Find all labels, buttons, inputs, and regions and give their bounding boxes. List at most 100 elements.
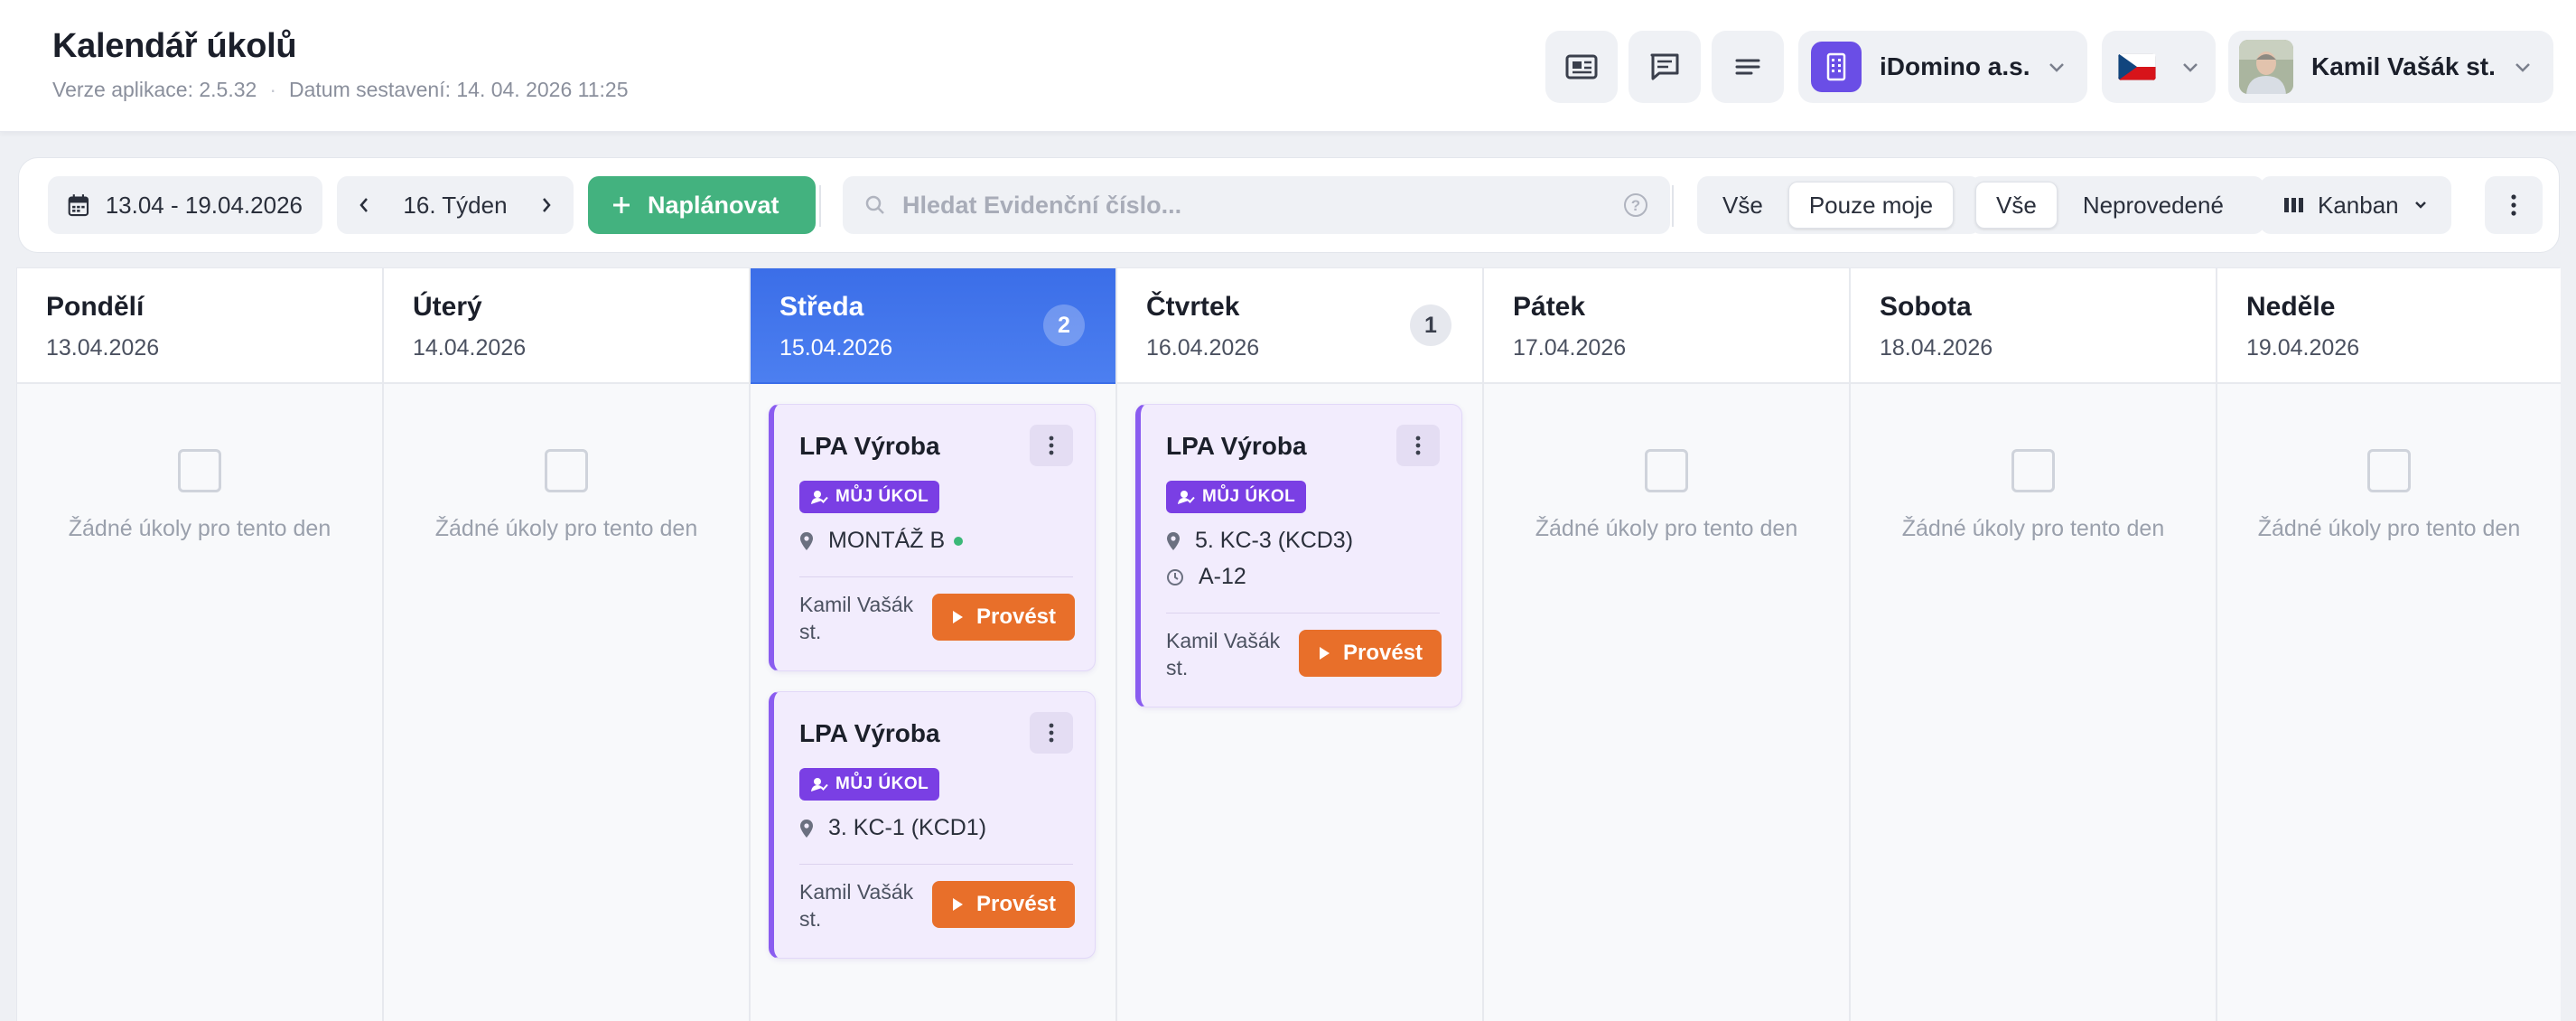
toolbar: 13.04 - 19.04.2026 16. Týden Naplánovat …	[18, 157, 2560, 253]
task-assignee: Kamil Vašák st.	[799, 880, 914, 931]
day-body[interactable]: Žádné úkoly pro tento den	[1851, 384, 2216, 1021]
day-date: 17.04.2026	[1513, 335, 1627, 361]
svg-text:?: ?	[1631, 197, 1640, 214]
chevron-left-icon[interactable]	[357, 195, 371, 215]
task-location: 5. KC-3 (KCD3)	[1166, 528, 1353, 554]
language-selector[interactable]	[2102, 31, 2216, 103]
owner-filter-mine[interactable]: Pouze moje	[1787, 182, 1955, 229]
day-name: Pátek	[1513, 292, 1586, 322]
task-menu-button[interactable]	[1396, 425, 1440, 466]
day-header[interactable]: Čtvrtek 16.04.2026 1	[1117, 268, 1482, 384]
day-body[interactable]: Žádné úkoly pro tento den	[17, 384, 382, 1021]
play-icon	[952, 611, 963, 623]
more-vertical-icon	[1049, 723, 1054, 743]
search-placeholder: Hledat Evidenční číslo...	[902, 191, 1182, 219]
divider	[799, 864, 1073, 865]
user-check-icon	[811, 491, 828, 504]
user-check-icon	[1178, 491, 1195, 504]
clock-icon	[1167, 568, 1183, 585]
day-header[interactable]: Pondělí 13.04.2026	[17, 268, 382, 384]
day-body[interactable]: LPA Výroba MŮJ ÚKOL	[751, 384, 1115, 1021]
empty-text: Žádné úkoly pro tento den	[1535, 516, 1798, 541]
my-task-badge: MŮJ ÚKOL	[799, 481, 940, 513]
task-assignee: Kamil Vašák st.	[1166, 629, 1281, 679]
status-filter-all[interactable]: Vše	[1975, 182, 2058, 229]
more-vertical-icon	[1049, 436, 1054, 455]
news-button[interactable]	[1545, 31, 1618, 103]
map-pin-icon	[1167, 531, 1180, 550]
chat-button[interactable]	[1629, 31, 1701, 103]
cz-flag-icon	[2118, 53, 2156, 80]
more-vertical-icon	[2511, 194, 2516, 216]
day-header-today[interactable]: Středa 15.04.2026 2	[751, 268, 1115, 384]
day-date: 18.04.2026	[1880, 335, 1993, 361]
more-options-button[interactable]	[2485, 176, 2543, 234]
view-selector[interactable]: Kanban	[2260, 176, 2451, 234]
app-meta: Verze aplikace: 2.5.32 · Datum sestavení…	[52, 78, 629, 102]
day-body[interactable]: LPA Výroba MŮJ ÚKOL	[1117, 384, 1482, 1021]
owner-filter: Vše Pouze moje	[1697, 176, 1981, 234]
day-column-tuesday: Úterý 14.04.2026 Žádné úkoly pro tento d…	[384, 268, 751, 1021]
play-icon	[952, 898, 963, 911]
empty-box-icon	[178, 449, 221, 492]
search-input[interactable]: Hledat Evidenční číslo... ?	[843, 176, 1670, 234]
plan-button[interactable]: Naplánovat	[588, 176, 816, 234]
run-task-button[interactable]: Provést	[932, 881, 1075, 928]
run-task-button[interactable]: Provést	[1299, 630, 1442, 677]
search-icon	[865, 195, 884, 214]
divider	[799, 576, 1073, 577]
company-name: iDomino a.s.	[1880, 52, 2030, 80]
task-assignee: Kamil Vašák st.	[799, 593, 914, 643]
day-column-thursday: Čtvrtek 16.04.2026 1 LPA Výroba MŮJ ÚKOL	[1117, 268, 1484, 1021]
task-location-label: 3. KC-1 (KCD1)	[828, 815, 987, 840]
page-title: Kalendář úkolů	[52, 27, 297, 65]
day-body[interactable]: Žádné úkoly pro tento den	[1484, 384, 1849, 1021]
day-body[interactable]: Žádné úkoly pro tento den	[2217, 384, 2561, 1021]
top-header: Kalendář úkolů Verze aplikace: 2.5.32 · …	[0, 0, 2576, 132]
task-card[interactable]: LPA Výroba MŮJ ÚKOL	[769, 404, 1096, 671]
task-location-label: 5. KC-3 (KCD3)	[1195, 528, 1354, 553]
task-card[interactable]: LPA Výroba MŮJ ÚKOL	[1135, 404, 1462, 707]
task-title: LPA Výroba	[1166, 432, 1307, 460]
day-header[interactable]: Neděle 19.04.2026	[2217, 268, 2561, 384]
company-selector[interactable]: iDomino a.s.	[1798, 31, 2087, 103]
app-version: Verze aplikace: 2.5.32	[52, 78, 257, 101]
empty-state: Žádné úkoly pro tento den	[2217, 449, 2561, 542]
day-header[interactable]: Úterý 14.04.2026	[384, 268, 749, 384]
day-header[interactable]: Pátek 17.04.2026	[1484, 268, 1849, 384]
help-icon[interactable]: ?	[1623, 192, 1648, 218]
task-card[interactable]: LPA Výroba MŮJ ÚKOL	[769, 691, 1096, 959]
day-column-monday: Pondělí 13.04.2026 Žádné úkoly pro tento…	[17, 268, 384, 1021]
run-task-label: Provést	[975, 604, 1057, 629]
divider	[1166, 613, 1440, 614]
status-filter: Vše Neprovedené	[1970, 176, 2264, 234]
status-dot	[954, 536, 964, 546]
task-menu-button[interactable]	[1030, 712, 1073, 754]
day-name: Sobota	[1880, 292, 1972, 322]
task-menu-button[interactable]	[1030, 425, 1073, 466]
user-menu[interactable]: Kamil Vašák st.	[2228, 31, 2553, 103]
building-icon	[1811, 42, 1862, 92]
empty-state: Žádné úkoly pro tento den	[17, 449, 382, 542]
run-task-button[interactable]: Provést	[932, 594, 1075, 641]
task-count-badge: 2	[1043, 304, 1085, 346]
date-range-picker[interactable]: 13.04 - 19.04.2026	[48, 176, 322, 234]
status-filter-pending[interactable]: Neprovedené	[2063, 182, 2244, 229]
task-title: LPA Výroba	[799, 719, 940, 747]
notes-button[interactable]	[1712, 31, 1784, 103]
chat-icon	[1650, 53, 1679, 80]
day-body[interactable]: Žádné úkoly pro tento den	[384, 384, 749, 1021]
chevron-right-icon[interactable]	[539, 195, 554, 215]
chevron-down-icon	[2183, 63, 2198, 72]
user-name: Kamil Vašák st.	[2311, 52, 2496, 80]
empty-box-icon	[545, 449, 588, 492]
day-header[interactable]: Sobota 18.04.2026	[1851, 268, 2216, 384]
empty-text: Žádné úkoly pro tento den	[434, 516, 698, 541]
week-calendar: Pondělí 13.04.2026 Žádné úkoly pro tento…	[16, 267, 2561, 1021]
view-label: Kanban	[2318, 191, 2399, 219]
run-task-label: Provést	[1342, 641, 1423, 665]
owner-filter-all[interactable]: Vše	[1703, 182, 1783, 229]
plan-button-label: Naplánovat	[648, 191, 779, 219]
empty-text: Žádné úkoly pro tento den	[1901, 516, 2165, 541]
task-count-badge: 1	[1410, 304, 1451, 346]
